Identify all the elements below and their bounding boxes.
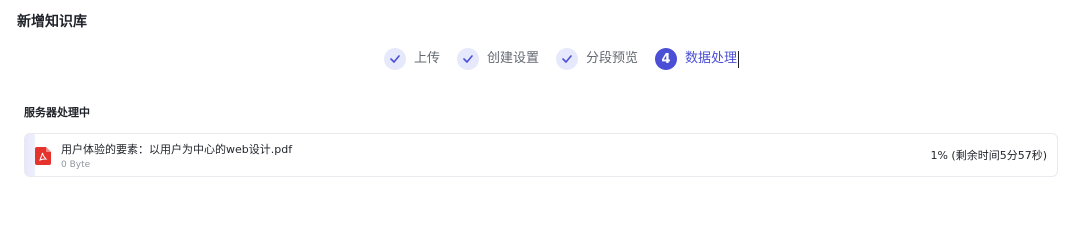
progress-fill (25, 134, 36, 176)
step-data-processing[interactable]: 4 数据处理 (655, 47, 740, 71)
step-number-badge: 4 (655, 48, 678, 70)
step-label-active: 数据处理 (685, 51, 738, 66)
check-icon (384, 48, 406, 70)
check-icon (457, 48, 480, 70)
step-label: 创建设置 (487, 51, 540, 66)
step-upload[interactable]: 上传 (384, 47, 440, 71)
step-label: 分段预览 (586, 51, 639, 66)
file-name: 用户体验的要素：以用户为中心的web设计.pdf (61, 143, 293, 156)
step-indicator: 上传 创建设置 分段预览 4 数据处理 (384, 47, 740, 71)
text-cursor (738, 50, 740, 68)
progress-status: 1% (剩余时间5分57秒) (930, 149, 1047, 162)
step-segment-preview[interactable]: 分段预览 (556, 47, 638, 71)
file-progress-card: 用户体验的要素：以用户为中心的web设计.pdf 0 Byte 1% (剩余时间… (24, 133, 1058, 177)
file-size: 0 Byte (61, 160, 91, 170)
page-title: 新增知识库 (17, 14, 87, 30)
check-icon (556, 48, 579, 70)
section-label: 服务器处理中 (24, 106, 90, 119)
step-create-settings[interactable]: 创建设置 (457, 47, 539, 71)
step-label: 上传 (414, 51, 441, 66)
pdf-icon (35, 147, 51, 165)
